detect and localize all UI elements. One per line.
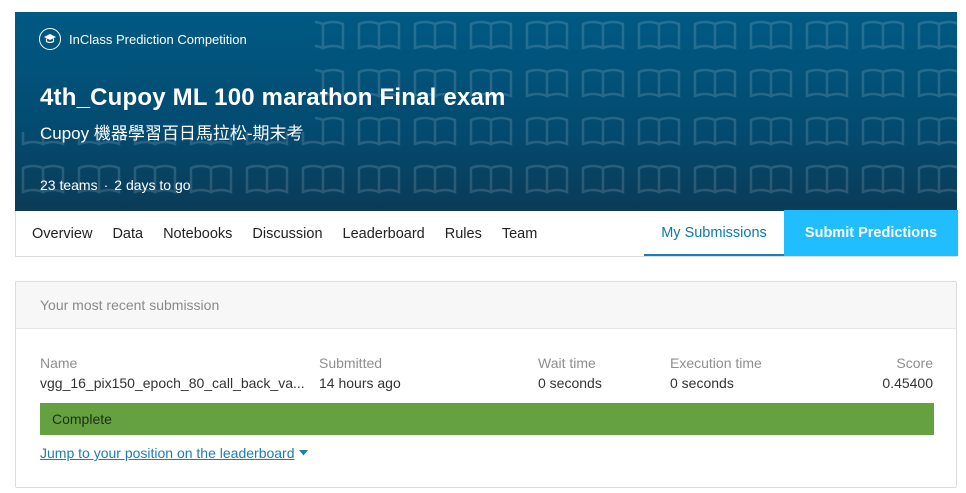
meta-separator: ·	[103, 177, 109, 193]
tab-my-submissions[interactable]: My Submissions	[644, 211, 784, 256]
tab-leaderboard[interactable]: Leaderboard	[343, 226, 425, 242]
score-column: Score 0.45400	[882, 355, 933, 391]
submission-name-column: Name vgg_16_pix150_epoch_80_call_back_va…	[40, 355, 310, 391]
submission-name: vgg_16_pix150_epoch_80_call_back_va...	[40, 375, 305, 391]
tab-notebooks[interactable]: Notebooks	[163, 226, 232, 242]
wait-time-column: Wait time 0 seconds	[538, 355, 602, 391]
time-remaining: 2 days to go	[114, 177, 191, 193]
score-value: 0.45400	[882, 375, 933, 391]
competition-title: 4th_Cupoy ML 100 marathon Final exam	[40, 84, 506, 111]
status-bar: Complete	[40, 403, 934, 435]
score-label: Score	[896, 355, 933, 371]
competition-type-label: InClass Prediction Competition	[69, 31, 247, 47]
competition-banner: InClass Prediction Competition 4th_Cupoy…	[15, 12, 957, 211]
competition-meta: 23 teams · 2 days to go	[40, 177, 191, 193]
tab-discussion[interactable]: Discussion	[252, 226, 322, 242]
tab-rules[interactable]: Rules	[445, 226, 482, 242]
execution-time-column: Execution time 0 seconds	[670, 355, 762, 391]
jump-to-leaderboard-link[interactable]: Jump to your position on the leaderboard	[40, 445, 308, 461]
graduation-cap-icon	[39, 28, 61, 50]
competition-type: InClass Prediction Competition	[39, 28, 247, 50]
name-label: Name	[40, 355, 78, 371]
competition-nav: Overview Data Notebooks Discussion Leade…	[15, 210, 958, 257]
submitted-column: Submitted 14 hours ago	[319, 355, 401, 391]
competition-subtitle: Cupoy 機器學習百日馬拉松-期末考	[40, 124, 304, 143]
nav-tabs: Overview Data Notebooks Discussion Leade…	[32, 211, 537, 256]
execution-time-value: 0 seconds	[670, 375, 734, 391]
status-label: Complete	[52, 411, 112, 427]
wait-time-value: 0 seconds	[538, 375, 602, 391]
tab-data[interactable]: Data	[112, 226, 143, 242]
submit-predictions-button[interactable]: Submit Predictions	[784, 210, 958, 256]
submitted-value: 14 hours ago	[319, 375, 401, 391]
recent-submission-card: Your most recent submission Name vgg_16_…	[15, 281, 957, 488]
jump-link-label: Jump to your position on the leaderboard	[40, 445, 295, 461]
recent-submission-header: Your most recent submission	[16, 282, 956, 329]
submitted-label: Submitted	[319, 355, 383, 371]
team-count: 23 teams	[40, 177, 98, 193]
wait-time-label: Wait time	[538, 355, 596, 371]
tab-overview[interactable]: Overview	[32, 226, 92, 242]
execution-time-label: Execution time	[670, 355, 762, 371]
caret-down-icon	[298, 450, 308, 456]
tab-team[interactable]: Team	[502, 226, 537, 242]
